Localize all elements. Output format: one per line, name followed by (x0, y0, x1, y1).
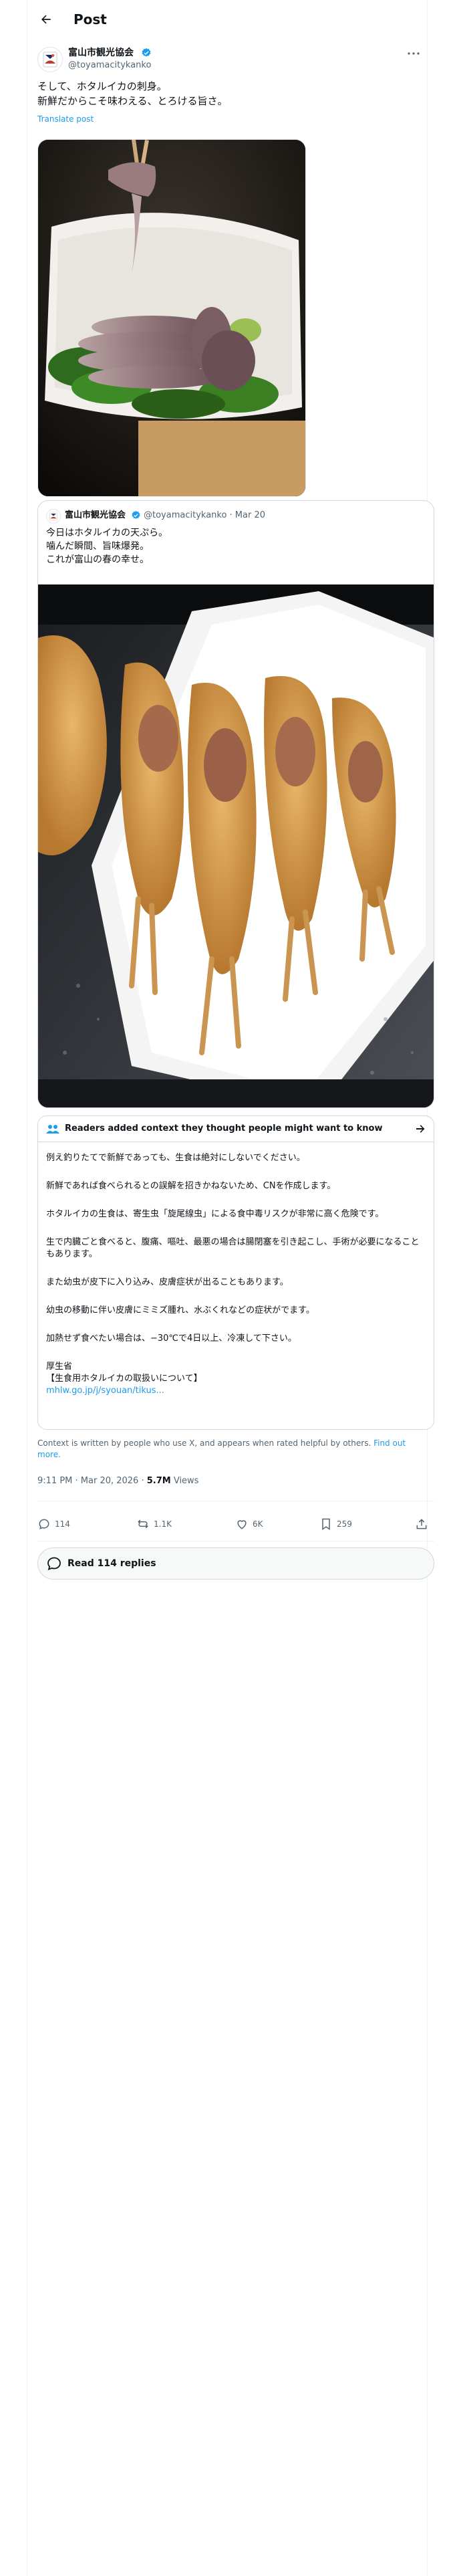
page-title: Post (73, 11, 107, 27)
note-paragraph: 加熱せず食べたい場合は、−30℃で4日以上、冷凍して下さい。 (46, 1333, 297, 1344)
back-button[interactable] (36, 9, 56, 29)
arrow-right-icon[interactable] (415, 1123, 426, 1134)
more-icon[interactable] (406, 48, 421, 59)
chat-bubble-icon (47, 1557, 61, 1570)
translate-link[interactable]: Translate post (37, 114, 94, 124)
note-disclaimer: Context is written by people who use X, … (37, 1438, 425, 1461)
quoted-avatar[interactable] (46, 509, 61, 524)
page: Post 富山市観光協会 @toyamacitykanko そして、ホタルイカの… (0, 0, 451, 2576)
post-meta: 9:11 PM · Mar 20, 2026 · 5.7M Views (37, 1475, 198, 1488)
share-button[interactable] (415, 1514, 432, 1534)
note-paragraph: 例え釣りたてで新鮮であっても、生食は絶対にしないでください。 (46, 1153, 305, 1163)
community-note[interactable]: Readers added context they thought peopl… (37, 1115, 434, 1430)
repost-count: 1.1K (154, 1519, 172, 1529)
repost-icon (138, 1519, 148, 1529)
top-bar: Post (0, 0, 451, 39)
reply-count: 114 (55, 1519, 70, 1529)
reply-icon (39, 1519, 49, 1529)
post-photo[interactable] (37, 139, 306, 497)
logo-image (43, 51, 57, 68)
quoted-handle-date: @toyamacitykanko · Mar 20 (144, 510, 266, 520)
sashimi-photo (38, 140, 305, 496)
views-count: 5.7M (146, 1476, 171, 1486)
note-paragraph: 新鮮であれば食べられるとの誤解を招きかねないため、CNを作成します。 (46, 1181, 336, 1191)
reply-button[interactable]: 114 (37, 1514, 70, 1534)
views-label: Views (170, 1476, 199, 1486)
community-note-title: Readers added context they thought peopl… (65, 1123, 383, 1134)
community-note-header[interactable]: Readers added context they thought peopl… (38, 1116, 434, 1142)
note-paragraph: 生で内臓ごと食べると、腹痛、嘔吐、最悪の場合は腸閉塞を引き起こし、手術が必要にな… (46, 1237, 420, 1259)
quoted-text: 今日はホタルイカの天ぷら。 噛んだ瞬間、旨味爆発。 これが富山の春の幸せ。 (46, 528, 168, 565)
read-replies-label: Read 114 replies (67, 1558, 156, 1569)
repost-button[interactable]: 1.1K (136, 1514, 172, 1534)
note-source-link[interactable]: mhlw.go.jp/j/syouan/tikus... (46, 1385, 426, 1397)
bookmark-icon (322, 1518, 330, 1530)
community-note-body: 例え釣りたてで新鮮であっても、生食は絶対にしないでください。 新鮮であれば食べら… (46, 1152, 426, 1397)
bookmark-button[interactable]: 259 (319, 1514, 352, 1534)
like-button[interactable]: 6K (235, 1514, 263, 1534)
verified-badge-icon (142, 48, 151, 57)
post-author: 富山市観光協会 @toyamacitykanko (37, 45, 425, 72)
action-bar: 114 1.1K 6K 259 (37, 1514, 434, 1534)
quoted-post[interactable]: 富山市観光協会 @toyamacitykanko · Mar 20 今日はホタル… (37, 500, 434, 1108)
timestamp[interactable]: 9:11 PM · Mar 20, 2026 · (37, 1476, 147, 1486)
bookmark-count: 259 (337, 1519, 352, 1529)
tempura-photo (38, 584, 434, 1107)
note-paragraph: 厚生省 【生食用ホタルイカの取扱いについて】 (46, 1362, 202, 1384)
note-paragraph: ホタルイカの生食は、寄生虫「旋尾線虫」による食中毒リスクが非常に高く危険です。 (46, 1209, 384, 1219)
avatar[interactable] (37, 47, 63, 72)
disclaimer-text: Context is written by people who use X, … (37, 1438, 374, 1448)
post-text: そして、ホタルイカの刺身。 新鮮だからこそ味わえる、とろける旨さ。 (37, 80, 228, 107)
people-icon (46, 1125, 59, 1134)
share-icon (416, 1519, 427, 1529)
read-replies-button[interactable]: Read 114 replies (37, 1547, 434, 1580)
note-paragraph: また幼虫が皮下に入り込み、皮膚症状が出ることもあります。 (46, 1277, 289, 1287)
author-handle[interactable]: @toyamacitykanko (68, 60, 151, 72)
quoted-photo[interactable] (38, 584, 434, 1107)
verified-badge-icon (132, 510, 140, 519)
like-count: 6K (253, 1519, 263, 1529)
quoted-author-name: 富山市観光協会 (65, 510, 126, 520)
like-icon (237, 1520, 247, 1529)
note-paragraph: 幼虫の移動に伴い皮膚にミミズ腫れ、水ぶくれなどの症状がでます。 (46, 1305, 315, 1315)
logo-image (49, 512, 57, 521)
author-name[interactable]: 富山市観光協会 (68, 47, 134, 59)
back-arrow-icon (41, 15, 51, 24)
